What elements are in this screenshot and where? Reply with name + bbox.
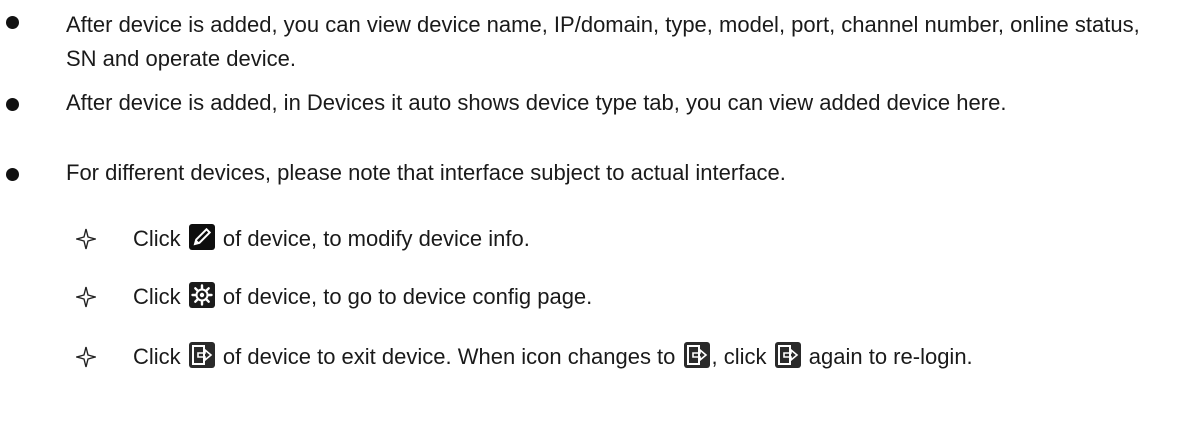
- bullet-dot: [6, 16, 19, 29]
- sub-item-description-2: , click: [711, 344, 767, 369]
- sub-item-logout: Click of device to exit device. When ico…: [0, 340, 1195, 376]
- diamond-bullet-icon: [76, 346, 96, 368]
- bullet-text: After device is added, you can view devi…: [66, 12, 1140, 71]
- exit-icon-changed[interactable]: [683, 342, 710, 368]
- bullet-dot: [6, 98, 19, 111]
- sub-item-config: Click of device, to go to device config …: [0, 280, 1195, 316]
- sub-item-text: Click of device, to go to device config …: [133, 280, 592, 314]
- sub-item-description: of device, to modify device info.: [222, 226, 530, 251]
- click-word: Click: [133, 226, 181, 251]
- click-word: Click: [133, 284, 181, 309]
- sub-item-description: of device, to go to device config page.: [222, 284, 593, 309]
- bullet-dot: [6, 168, 19, 181]
- sub-item-description: of device to exit device. When icon chan…: [222, 344, 676, 369]
- sub-item-text: Click of device to exit device. When ico…: [133, 340, 973, 374]
- sub-item-text: Click of device, to modify device info.: [133, 222, 530, 256]
- bullet-text: For different devices, please note that …: [66, 160, 786, 185]
- bullet-text: After device is added, in Devices it aut…: [66, 90, 1007, 115]
- gear-icon[interactable]: [188, 282, 215, 308]
- diamond-bullet-icon: [76, 228, 96, 250]
- click-word: Click: [133, 344, 181, 369]
- relogin-icon[interactable]: [774, 342, 801, 368]
- sub-item-edit: Click of device, to modify device info.: [0, 222, 1195, 258]
- exit-icon[interactable]: [188, 342, 215, 368]
- diamond-bullet-icon: [76, 286, 96, 308]
- sub-item-description-3: again to re-login.: [808, 344, 973, 369]
- pencil-icon[interactable]: [188, 224, 215, 250]
